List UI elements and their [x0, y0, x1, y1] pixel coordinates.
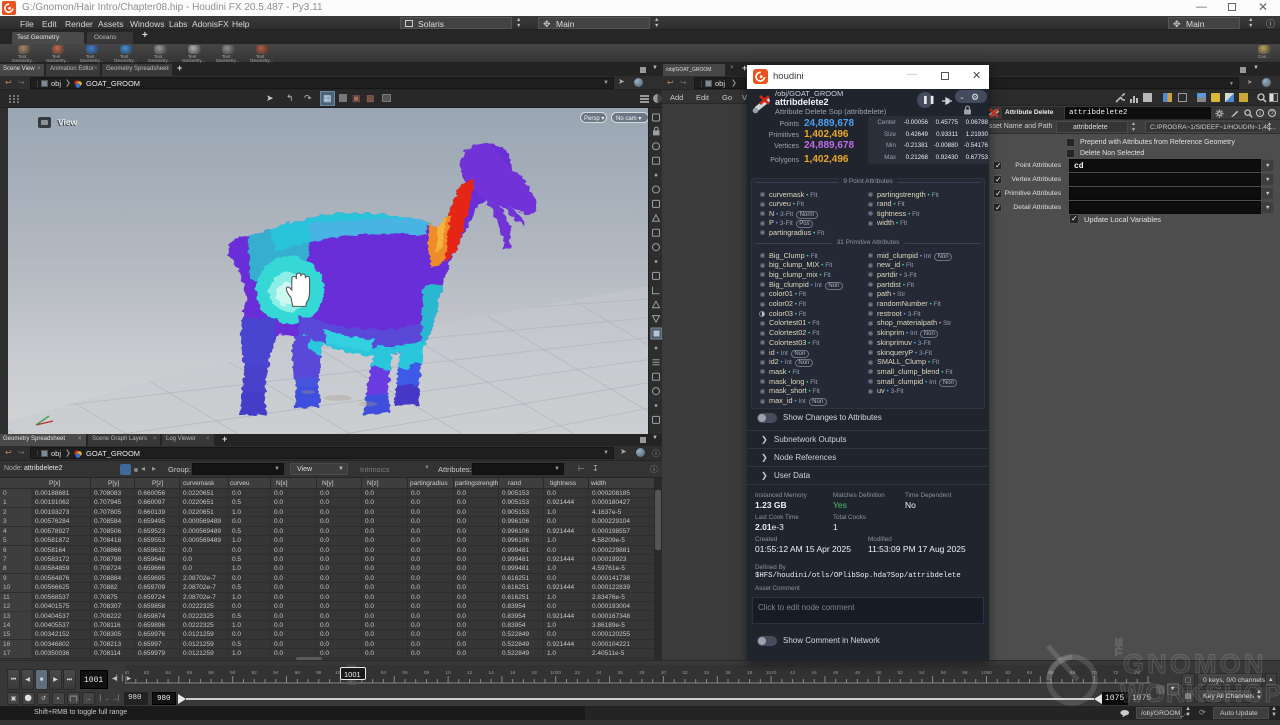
- svg-text:36: 36: [725, 670, 731, 676]
- svg-text:82: 82: [144, 670, 150, 676]
- svg-text:62: 62: [1005, 670, 1011, 676]
- svg-text:72: 72: [1113, 670, 1119, 676]
- svg-text:04: 04: [381, 670, 387, 676]
- svg-text:16: 16: [510, 670, 516, 676]
- svg-text:46: 46: [833, 670, 839, 676]
- svg-text:84: 84: [165, 670, 171, 676]
- svg-text:30: 30: [661, 670, 667, 676]
- svg-text:38: 38: [747, 670, 753, 676]
- svg-text:90: 90: [230, 670, 236, 676]
- svg-text:86: 86: [187, 670, 193, 676]
- svg-text:58: 58: [962, 670, 968, 676]
- svg-text:64: 64: [1027, 670, 1033, 676]
- svg-text:10: 10: [445, 670, 451, 676]
- svg-text:24: 24: [596, 670, 602, 676]
- svg-text:96: 96: [295, 670, 301, 676]
- svg-text:94: 94: [273, 670, 279, 676]
- svg-text:08: 08: [424, 670, 430, 676]
- svg-text:28: 28: [639, 670, 645, 676]
- svg-text:14: 14: [488, 670, 494, 676]
- svg-text:32: 32: [682, 670, 688, 676]
- svg-text:52: 52: [898, 670, 904, 676]
- svg-text:48: 48: [855, 670, 861, 676]
- svg-text:74: 74: [1135, 670, 1141, 676]
- svg-text:54: 54: [919, 670, 925, 676]
- svg-text:22: 22: [575, 670, 581, 676]
- svg-text:1040: 1040: [766, 670, 777, 676]
- svg-text:70: 70: [1092, 670, 1098, 676]
- svg-text:44: 44: [812, 670, 818, 676]
- svg-text:34: 34: [704, 670, 710, 676]
- svg-text:88: 88: [208, 670, 214, 676]
- svg-text:66: 66: [1048, 670, 1054, 676]
- svg-text:50: 50: [876, 670, 882, 676]
- svg-text:12: 12: [467, 670, 473, 676]
- svg-text:18: 18: [532, 670, 538, 676]
- svg-text:26: 26: [618, 670, 624, 676]
- svg-text:06: 06: [402, 670, 408, 676]
- svg-text:1060: 1060: [981, 670, 992, 676]
- svg-text:1020: 1020: [550, 670, 561, 676]
- svg-text:56: 56: [941, 670, 947, 676]
- svg-text:42: 42: [790, 670, 796, 676]
- svg-text:68: 68: [1070, 670, 1076, 676]
- svg-text:98: 98: [316, 670, 322, 676]
- svg-text:92: 92: [252, 670, 258, 676]
